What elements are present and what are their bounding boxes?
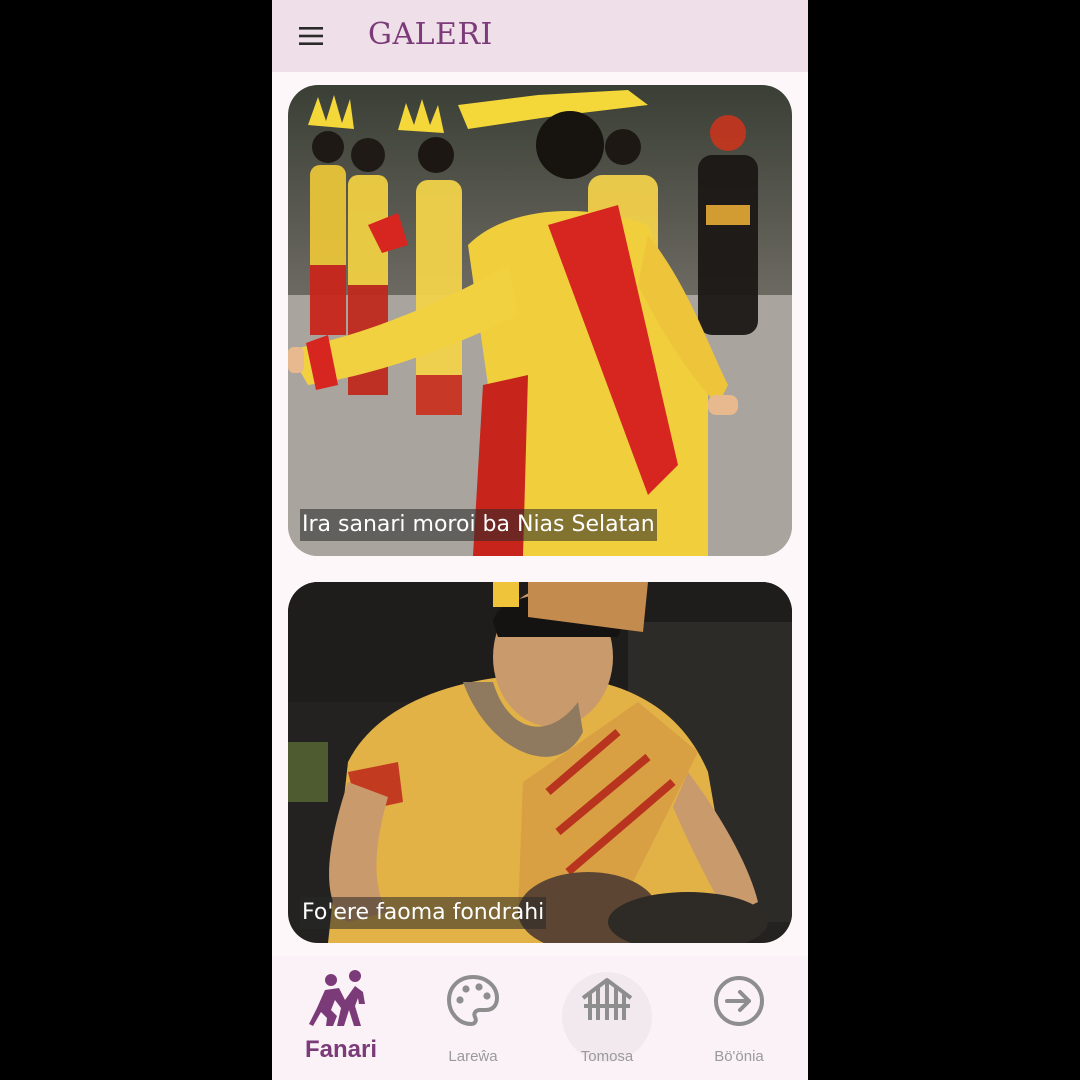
menu-button[interactable] [296,22,326,50]
palette-icon [446,974,500,1027]
nav-label: Tomosa [580,1048,634,1065]
nav-label: Bö'önia [714,1048,764,1065]
hamburger-menu-icon [299,27,323,45]
top-app-bar: GALERI [272,0,808,72]
gallery-card[interactable]: Fo'ere faoma fondrahi [288,582,792,943]
arrow-right-circle-icon [714,976,764,1026]
page-title: GALERI [368,17,493,52]
gallery-caption: Ira sanari moroi ba Nias Selatan [300,509,657,541]
nav-label: Lareŵa [448,1048,498,1065]
nav-item-tomosa[interactable]: Tomosa [540,956,674,1080]
nav-item-boonia[interactable]: Bö'önia [672,956,806,1080]
gallery-caption: Fo'ere faoma fondrahi [300,897,547,929]
nav-label: Fanari [304,1036,378,1063]
traditional-house-icon [581,978,633,1020]
bottom-navigation-bar: Fanari Lareŵa Tomosa Bö'önia [272,956,808,1080]
nav-item-larewa[interactable]: Lareŵa [406,956,540,1080]
dancers-yellow-red-costume-photo [288,85,792,556]
girl-playing-drum-photo [288,582,792,943]
phone-screen: GALERI Ira sanari moroi ba Nias Selatan … [272,0,808,1080]
gallery-card[interactable]: Ira sanari moroi ba Nias Selatan [288,85,792,556]
dancers-icon [309,970,365,1026]
nav-item-fanari[interactable]: Fanari [274,956,408,1080]
